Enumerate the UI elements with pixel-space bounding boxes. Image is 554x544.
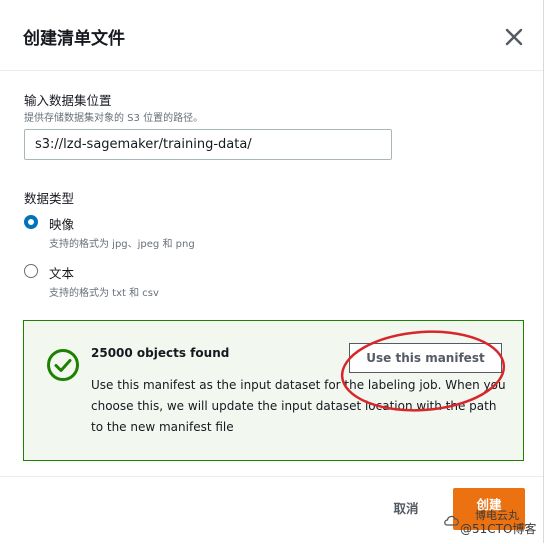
alert-title: 25000 objects found <box>91 346 230 360</box>
radio-image[interactable] <box>24 215 38 229</box>
radio-image-description: 支持的格式为 jpg、jpeg 和 png <box>49 239 195 250</box>
use-manifest-button[interactable]: Use this manifest <box>349 343 502 373</box>
s3-location-input[interactable]: s3://lzd-sagemaker/training-data/ <box>24 129 392 160</box>
watermark: 博电云丸 @51CTO博客 <box>441 505 551 539</box>
cloud-logo-icon <box>444 515 459 526</box>
watermark-line2: @51CTO博客 <box>460 522 537 536</box>
location-description: 提供存储数据集对象的 S3 位置的路径。 <box>24 113 204 124</box>
alert-body: Use this manifest as the input dataset f… <box>91 378 506 434</box>
location-label: 输入数据集位置 <box>24 93 112 108</box>
radio-image-label[interactable]: 映像 <box>49 214 74 233</box>
close-icon[interactable] <box>502 25 526 49</box>
create-manifest-dialog: 创建清单文件 输入数据集位置 提供存储数据集对象的 S3 位置的路径。 s3:/… <box>0 0 544 543</box>
data-type-label: 数据类型 <box>24 191 75 206</box>
radio-text-label[interactable]: 文本 <box>49 263 74 282</box>
radio-text-description: 支持的格式为 txt 和 csv <box>49 288 159 299</box>
radio-text[interactable] <box>24 264 38 278</box>
check-circle-icon <box>47 349 79 381</box>
success-alert: 25000 objects found Use this manifest Us… <box>23 320 524 461</box>
cancel-button[interactable]: 取消 <box>380 494 432 524</box>
dialog-header: 创建清单文件 <box>0 0 543 71</box>
dialog-title: 创建清单文件 <box>23 29 125 49</box>
